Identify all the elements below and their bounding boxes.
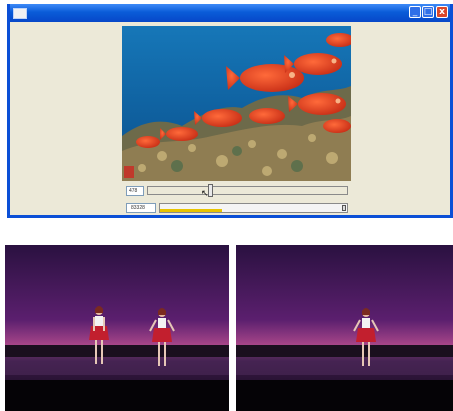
progress-bar[interactable] [159,203,348,213]
title-bar[interactable]: _ □ x [10,4,450,22]
progress-end-handle[interactable] [342,205,346,211]
progress-fill [160,209,222,212]
stage-scene-image [5,245,229,411]
seek-thumb[interactable] [208,184,213,197]
app-icon [13,8,27,19]
time-field[interactable]: 83328 [126,203,156,213]
stage-scene-image [236,245,453,411]
minimize-button[interactable]: _ [409,6,421,18]
stage-photo-two-dancers [5,245,229,411]
pointer-cursor-icon: ↖ [201,189,209,199]
seek-slider[interactable] [147,184,348,197]
close-button[interactable]: x [436,6,448,18]
underwater-scene-image [122,26,351,181]
app-window: _ □ x 478 ↖ 83328 [7,4,453,218]
stage-photo-one-dancer [236,245,453,411]
frame-number-field[interactable]: 478 [126,186,144,196]
maximize-button[interactable]: □ [422,6,434,18]
video-display [122,26,351,181]
